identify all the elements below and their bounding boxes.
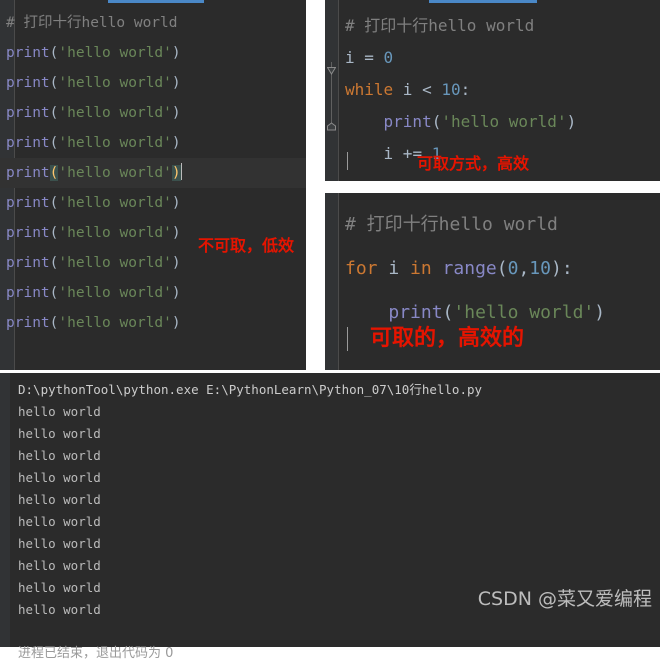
- annotation-acceptable-for: 可取的，高效的: [370, 326, 525, 351]
- console-output-line: hello world: [18, 426, 101, 441]
- string-token: 'hello world': [58, 135, 172, 151]
- paren-close: ): [171, 135, 181, 151]
- paren-close: ): [171, 315, 181, 331]
- colon-token: :: [460, 80, 471, 99]
- variable-token: i: [345, 48, 355, 67]
- code-line-print[interactable]: print('hello world'): [6, 188, 306, 218]
- paren-close: ): [171, 195, 181, 211]
- string-token: 'hello world': [441, 112, 567, 131]
- paren-close: ): [171, 255, 181, 271]
- variable-token: i: [377, 258, 411, 279]
- code-line-comment[interactable]: # 打印十行hello world: [345, 203, 660, 247]
- string-token: 'hello world': [58, 225, 172, 241]
- number-stop-token: 10: [529, 258, 551, 279]
- string-token: 'hello world': [58, 45, 172, 61]
- function-token: print: [6, 75, 50, 91]
- annotation-acceptable-while: 可取方式，高效: [417, 154, 530, 173]
- colon-token: :: [561, 258, 573, 279]
- matching-paren-close: ): [171, 165, 181, 181]
- paren-close: ): [594, 302, 606, 323]
- code-line-comment: # 打印十行hello world: [6, 8, 306, 38]
- code-line-print[interactable]: print('hello world'): [345, 106, 660, 138]
- code-line-assign[interactable]: i = 0: [345, 42, 660, 74]
- text-caret-while: [347, 152, 348, 170]
- comma-token: ,: [518, 258, 530, 279]
- builtin-range-token: range: [431, 258, 497, 279]
- string-token: 'hello world': [58, 195, 172, 211]
- code-line-print[interactable]: print('hello world'): [6, 278, 306, 308]
- string-token: 'hello world': [58, 285, 172, 301]
- number-token: 10: [441, 80, 461, 99]
- paren-close: ): [566, 112, 577, 131]
- text-caret-for: [347, 327, 348, 351]
- paren-open: (: [496, 258, 508, 279]
- keyword-in-token: in: [410, 258, 432, 279]
- comment-token: # 打印十行hello world: [345, 16, 535, 35]
- console-output-line: hello world: [18, 558, 101, 573]
- keyword-token: while: [345, 80, 394, 99]
- console-output-line: hello world: [18, 514, 101, 529]
- comment-token: # 打印十行hello world: [6, 15, 178, 31]
- paren-open: (: [431, 112, 442, 131]
- console-command-line: D:\pythonTool\python.exe E:\PythonLearn\…: [18, 382, 483, 397]
- console-exit-line: 进程已结束，退出代码为 0: [18, 646, 174, 661]
- function-token: print: [6, 45, 50, 61]
- code-line-print[interactable]: print('hello world'): [6, 38, 306, 68]
- console-output-line: hello world: [18, 492, 101, 507]
- code-line-print[interactable]: print('hello world'): [6, 128, 306, 158]
- variable-token: i: [393, 80, 423, 99]
- string-token: 'hello world': [58, 255, 172, 271]
- function-token: print: [6, 135, 50, 151]
- paren-close: ): [171, 105, 181, 121]
- function-token: print: [6, 165, 50, 181]
- comment-token: # 打印十行hello world: [345, 214, 558, 235]
- paren-close: ): [171, 225, 181, 241]
- paren-close: ): [171, 45, 181, 61]
- string-token: 'hello world': [58, 315, 172, 331]
- code-area-left[interactable]: # 打印十行hello world print('hello world') pri…: [0, 0, 306, 370]
- number-token: 0: [383, 48, 394, 67]
- code-line-comment[interactable]: # 打印十行hello world: [345, 10, 660, 42]
- run-console-panel[interactable]: D:\pythonTool\python.exe E:\PythonLearn\…: [0, 373, 660, 661]
- code-line-print[interactable]: print('hello world'): [0, 158, 306, 188]
- number-start-token: 0: [507, 258, 519, 279]
- code-line-for[interactable]: for i in range(0,10):: [345, 247, 660, 291]
- keyword-for-token: for: [345, 258, 378, 279]
- string-token: 'hello world': [58, 105, 172, 121]
- variable-token: i: [383, 144, 394, 163]
- string-token: 'hello world': [58, 75, 172, 91]
- code-line-print[interactable]: print('hello world'): [6, 98, 306, 128]
- code-line-print[interactable]: print('hello world'): [6, 68, 306, 98]
- operator-token: =: [354, 48, 384, 67]
- function-token: print: [6, 315, 50, 331]
- annotation-inefficient: 不可取，低效: [198, 236, 295, 255]
- function-token: print: [6, 195, 50, 211]
- console-output-line: hello world: [18, 470, 101, 485]
- code-line-while[interactable]: while i < 10:: [345, 74, 660, 106]
- csdn-watermark: CSDN @菜又爱编程: [477, 588, 652, 610]
- console-output-line: hello world: [18, 404, 101, 419]
- function-token: print: [383, 112, 432, 131]
- operator-token: <: [422, 80, 442, 99]
- paren-close: ): [550, 258, 562, 279]
- text-caret: [180, 163, 182, 180]
- string-token: 'hello world': [58, 165, 172, 181]
- function-token: print: [6, 225, 50, 241]
- paren-close: ): [171, 75, 181, 91]
- paren-close: ): [171, 285, 181, 301]
- ten-prints-editor-panel[interactable]: # 打印十行hello world print('hello world') pri…: [0, 0, 306, 370]
- console-output-line: hello world: [18, 536, 101, 551]
- console-output-line: hello world: [18, 448, 101, 463]
- function-token: print: [6, 285, 50, 301]
- function-token: print: [6, 255, 50, 271]
- function-token: print: [6, 105, 50, 121]
- console-gutter: [0, 373, 10, 647]
- code-line-print[interactable]: print('hello world'): [6, 308, 306, 338]
